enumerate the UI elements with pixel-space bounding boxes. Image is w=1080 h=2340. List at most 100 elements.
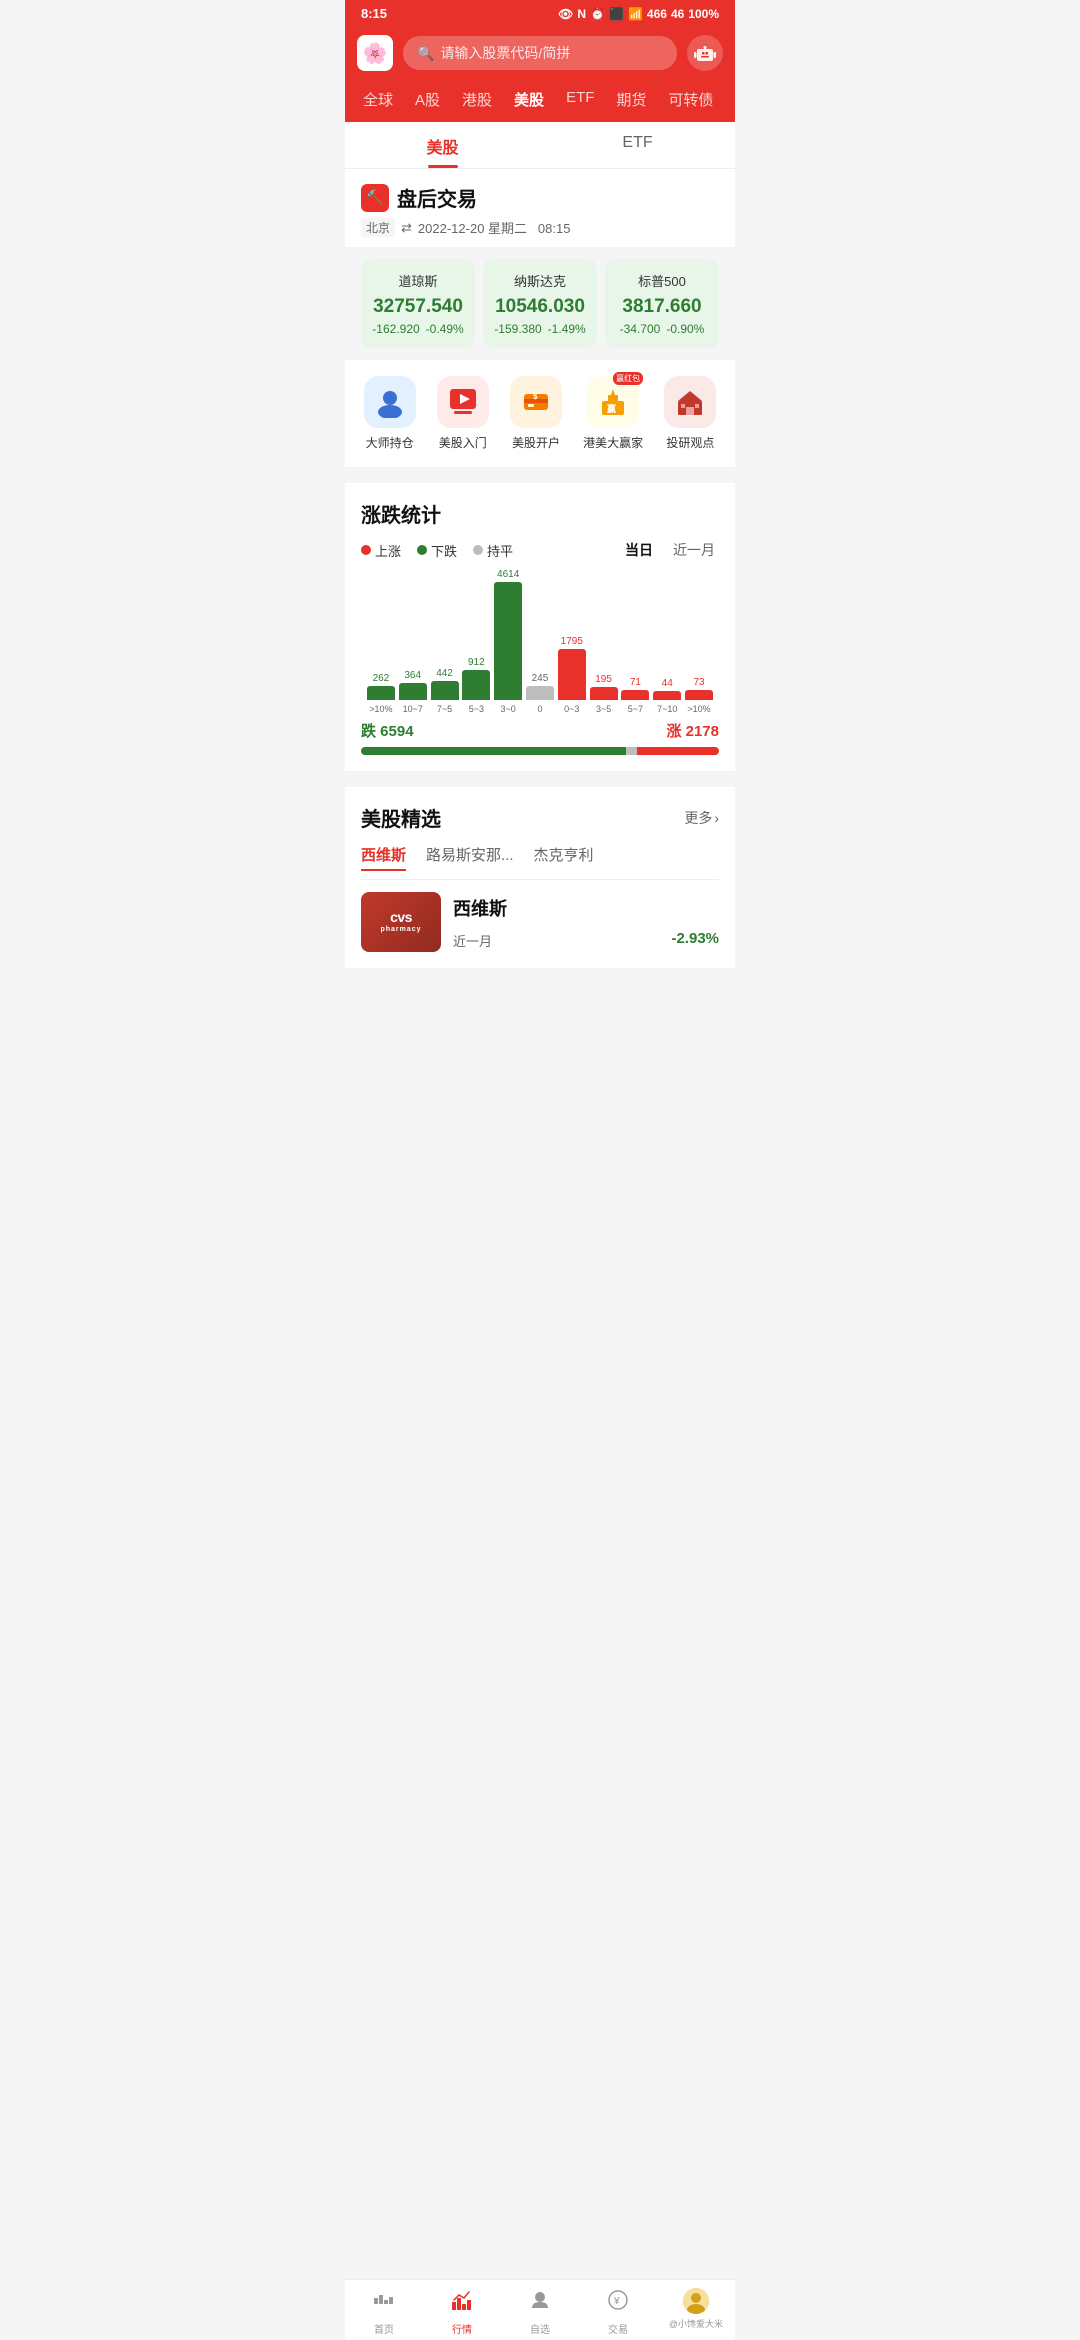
bar-label: 10~7 bbox=[403, 704, 423, 714]
bar-rect bbox=[526, 686, 554, 700]
winner-icon: 赢 赢红包 bbox=[587, 376, 639, 428]
nav-profile[interactable]: @小馋爱大米 bbox=[657, 2288, 735, 2336]
stock-info: 西维斯 近一月 -2.93% bbox=[453, 895, 719, 950]
quick-icon-account[interactable]: $ 美股开户 bbox=[510, 376, 562, 451]
alarm-icon: ⏰ bbox=[590, 7, 605, 21]
divider-2 bbox=[345, 771, 735, 779]
index-dow-value: 32757.540 bbox=[371, 296, 465, 318]
nav-tab-other[interactable]: 其他 bbox=[725, 85, 735, 114]
app-header: 🌸 🔍 请输入股票代码/简拼 bbox=[345, 27, 735, 81]
nav-watchlist-label: 自选 bbox=[530, 2321, 550, 2336]
stats-legend: 上涨 下跌 持平 当日 近一月 bbox=[361, 538, 719, 562]
legend-flat: 持平 bbox=[473, 541, 513, 560]
bar-count: 364 bbox=[404, 670, 421, 681]
search-icon: 🔍 bbox=[417, 45, 434, 62]
nav-tab-a[interactable]: A股 bbox=[405, 85, 450, 114]
network-icon: 46 bbox=[671, 7, 684, 21]
progress-bar bbox=[361, 747, 719, 755]
svg-text:赢: 赢 bbox=[607, 403, 616, 414]
bar-group->10%: 262 >10% bbox=[365, 673, 397, 714]
index-nasdaq-change: -159.380 -1.49% bbox=[493, 322, 587, 336]
robot-button[interactable] bbox=[687, 35, 723, 71]
nav-trade[interactable]: ¥ 交易 bbox=[579, 2288, 657, 2336]
bar-group-7~5: 442 7~5 bbox=[429, 668, 461, 714]
nav-watchlist[interactable]: 自选 bbox=[501, 2288, 579, 2336]
period-today[interactable]: 当日 bbox=[621, 538, 657, 562]
bottom-nav: 首页 行情 自选 ¥ 交易 bbox=[345, 2279, 735, 2340]
svg-text:$: $ bbox=[533, 392, 538, 401]
stock-preview[interactable]: cvs pharmacy 西维斯 近一月 -2.93% bbox=[361, 892, 719, 952]
index-nasdaq[interactable]: 纳斯达克 10546.030 -159.380 -1.49% bbox=[483, 259, 597, 348]
signal-icon: 📶 bbox=[628, 7, 643, 21]
wifi-icon: 466 bbox=[647, 7, 667, 21]
watchlist-icon bbox=[528, 2288, 552, 2318]
sub-tabs: 美股 ETF bbox=[345, 122, 735, 169]
index-sp500-name: 标普500 bbox=[615, 271, 709, 290]
nav-tab-etf[interactable]: ETF bbox=[556, 85, 604, 114]
nav-tab-hk[interactable]: 港股 bbox=[452, 85, 502, 114]
nav-market[interactable]: 行情 bbox=[423, 2288, 501, 2336]
bar-group-5~7: 71 5~7 bbox=[620, 677, 652, 714]
progress-rise-bar bbox=[637, 747, 719, 755]
index-sp500[interactable]: 标普500 3817.660 -34.700 -0.90% bbox=[605, 259, 719, 348]
featured-tab-louisiana[interactable]: 路易斯安那... bbox=[426, 844, 514, 871]
bar-count: 262 bbox=[373, 673, 390, 684]
bar-count: 71 bbox=[630, 677, 641, 688]
featured-title: 美股精选 bbox=[361, 803, 441, 832]
stats-section: 涨跌统计 上涨 下跌 持平 当日 近一月 262 >10% 3 bbox=[345, 483, 735, 771]
bar-label: 0 bbox=[537, 704, 542, 714]
featured-tab-cvs[interactable]: 西维斯 bbox=[361, 844, 406, 871]
period-month[interactable]: 近一月 bbox=[669, 538, 719, 562]
sub-tab-us-stock[interactable]: 美股 bbox=[345, 122, 540, 168]
bar-rect bbox=[621, 690, 649, 700]
nav-tab-us[interactable]: 美股 bbox=[504, 85, 554, 114]
bar-rect bbox=[462, 670, 490, 700]
bar-group-0: 245 0 bbox=[524, 673, 556, 714]
research-label: 投研观点 bbox=[666, 434, 714, 451]
app-logo[interactable]: 🌸 bbox=[357, 35, 393, 71]
nav-tab-convertible[interactable]: 可转债 bbox=[658, 85, 723, 114]
index-dow[interactable]: 道琼斯 32757.540 -162.920 -0.49% bbox=[361, 259, 475, 348]
bar-chart: 262 >10% 364 10~7 442 7~5 912 5~3 4614 3… bbox=[361, 574, 719, 714]
index-sp500-value: 3817.660 bbox=[615, 296, 709, 318]
featured-tabs: 西维斯 路易斯安那... 杰克亨利 bbox=[361, 844, 719, 880]
bar-group-10~7: 364 10~7 bbox=[397, 670, 429, 714]
nfc-icon: N bbox=[577, 7, 586, 21]
index-dow-name: 道琼斯 bbox=[371, 271, 465, 290]
location-switch-icon[interactable]: ⇄ bbox=[401, 220, 412, 236]
bar-rect bbox=[653, 691, 681, 700]
account-label: 美股开户 bbox=[512, 434, 560, 451]
stock-thumbnail: cvs pharmacy bbox=[361, 892, 441, 952]
index-nasdaq-value: 10546.030 bbox=[493, 296, 587, 318]
svg-text:¥: ¥ bbox=[613, 2296, 620, 2307]
bar-rect bbox=[494, 582, 522, 700]
winner-label: 港美大赢家 bbox=[583, 434, 643, 451]
quick-icon-intro[interactable]: 美股入门 bbox=[437, 376, 489, 451]
quick-icon-master[interactable]: 大师持仓 bbox=[364, 376, 416, 451]
sub-tab-etf[interactable]: ETF bbox=[540, 122, 735, 168]
stats-period: 当日 近一月 bbox=[621, 538, 719, 562]
more-link[interactable]: 更多 › bbox=[684, 808, 719, 828]
battery-icon: 100% bbox=[688, 7, 719, 21]
status-bar: 8:15 👁 N ⏰ ⬛ 📶 466 46 100% bbox=[345, 0, 735, 27]
bluetooth-icon: ⬛ bbox=[609, 7, 624, 21]
summary-rise: 涨 2178 bbox=[666, 720, 719, 741]
nav-tab-global[interactable]: 全球 bbox=[353, 85, 403, 114]
search-bar[interactable]: 🔍 请输入股票代码/简拼 bbox=[403, 36, 677, 70]
nav-tab-futures[interactable]: 期货 bbox=[606, 85, 656, 114]
nav-home[interactable]: 首页 bbox=[345, 2288, 423, 2336]
index-nasdaq-name: 纳斯达克 bbox=[493, 271, 587, 290]
summary-fall: 跌 6594 bbox=[361, 720, 414, 741]
nav-trade-label: 交易 bbox=[608, 2321, 628, 2336]
stats-title: 涨跌统计 bbox=[361, 499, 719, 528]
quick-icon-research[interactable]: 投研观点 bbox=[664, 376, 716, 451]
bar-group-7~10: 44 7~10 bbox=[651, 678, 683, 714]
after-hours-section: 🔨 盘后交易 北京 ⇄ 2022-12-20 星期二 08:15 bbox=[345, 169, 735, 247]
master-icon bbox=[364, 376, 416, 428]
quick-icon-winner[interactable]: 赢 赢红包 港美大赢家 bbox=[583, 376, 643, 451]
bar-count: 73 bbox=[693, 677, 704, 688]
bar-label: 3~0 bbox=[501, 704, 516, 714]
fall-dot bbox=[417, 545, 427, 555]
featured-tab-jack[interactable]: 杰克亨利 bbox=[534, 844, 594, 871]
bar-count: 4614 bbox=[497, 569, 519, 580]
